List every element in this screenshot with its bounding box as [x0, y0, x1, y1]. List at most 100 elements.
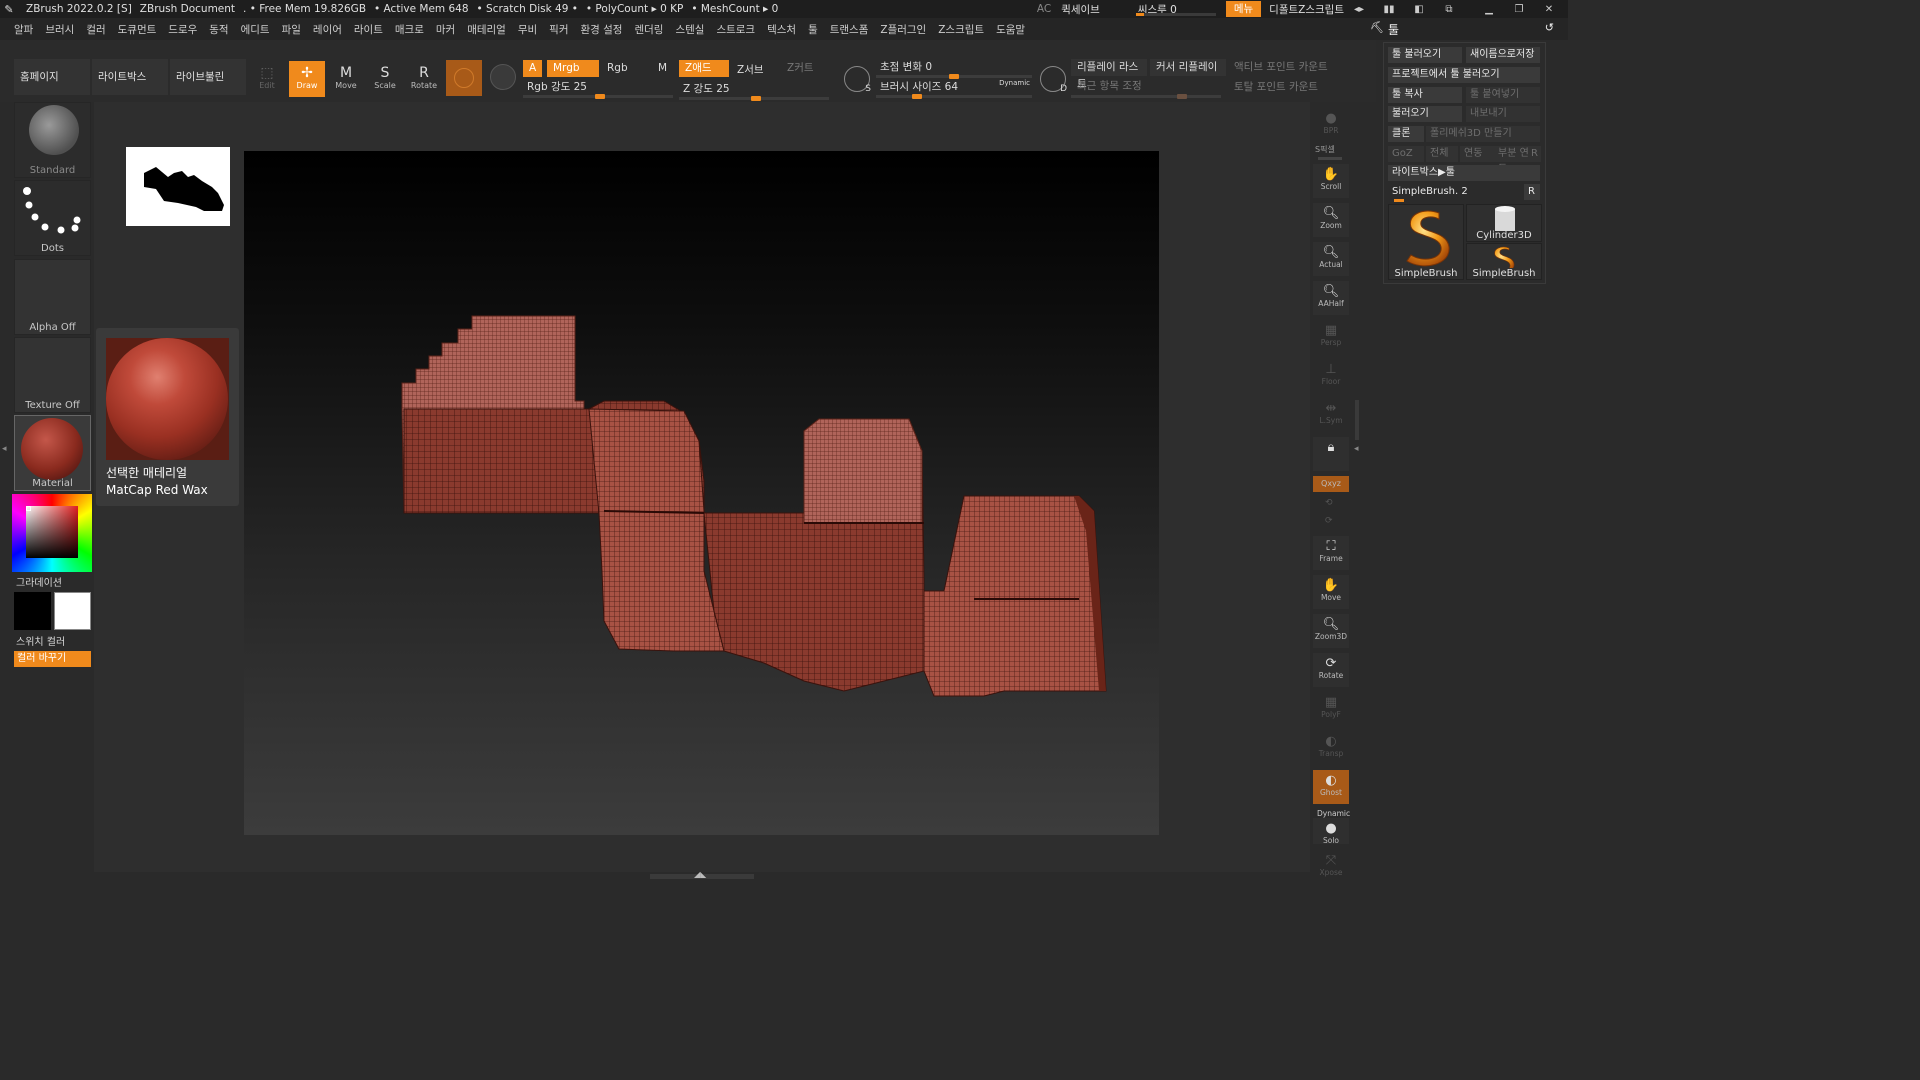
pin-icon[interactable]: ⛏: [1370, 21, 1384, 34]
move-mode-button[interactable]: M Move: [328, 61, 364, 97]
gizmo-icon-2[interactable]: ⟳: [1325, 516, 1333, 526]
export-button[interactable]: 내보내기: [1466, 106, 1540, 122]
menu-edit[interactable]: 에디트: [235, 22, 276, 37]
menu-movie[interactable]: 무비: [512, 22, 543, 37]
goz-all-button[interactable]: 전체: [1426, 146, 1458, 162]
texture-selector[interactable]: Texture Off: [14, 337, 91, 413]
current-tool-knob[interactable]: [1394, 199, 1404, 202]
reset-icon[interactable]: ↺: [1545, 21, 1554, 34]
simplebrush-thumb-small[interactable]: SimpleBrush: [1466, 243, 1542, 280]
scroll-button[interactable]: ✋ Scroll: [1313, 164, 1349, 198]
simplebrush-thumb-large[interactable]: SimpleBrush: [1388, 204, 1464, 280]
cursor-replay-button[interactable]: 커서 리플레이: [1150, 59, 1226, 76]
actual-button[interactable]: 🔍︎ Actual: [1313, 242, 1349, 276]
make-polymesh-button[interactable]: 폴리메쉬3D 만들기: [1426, 126, 1540, 142]
document-canvas[interactable]: [244, 151, 1159, 835]
color-picker[interactable]: [12, 494, 92, 572]
gyro-toggle-icon[interactable]: [490, 64, 516, 90]
menu-draw[interactable]: 드로우: [162, 22, 203, 37]
close-icon[interactable]: ✕: [1538, 4, 1560, 15]
collapse-right-arrow-icon[interactable]: ◂: [1354, 444, 1359, 454]
mrgb-toggle[interactable]: Mrgb: [547, 60, 599, 77]
menu-stroke[interactable]: 스트로크: [710, 22, 761, 37]
zoom3d-button[interactable]: 🔍︎ Zoom3D: [1313, 614, 1349, 648]
lsym-button[interactable]: ⇹ L.Sym: [1313, 398, 1349, 432]
solo-button[interactable]: ● Solo: [1313, 818, 1349, 845]
current-tool-r-button[interactable]: R: [1524, 184, 1540, 200]
menu-zplugin[interactable]: Z플러그인: [874, 22, 932, 37]
restore-icon[interactable]: ❐: [1508, 4, 1530, 15]
alpha-selector[interactable]: Alpha Off: [14, 259, 91, 335]
a-toggle[interactable]: A: [523, 60, 543, 77]
tool-palette-header[interactable]: ⛏ 툴 ↺: [1366, 18, 1568, 40]
menu-brush[interactable]: 브러시: [39, 22, 80, 37]
m-toggle[interactable]: M: [652, 60, 673, 77]
load-tool-button[interactable]: 툴 불러오기: [1388, 47, 1462, 63]
cylinder3d-thumb[interactable]: Cylinder3D: [1466, 204, 1542, 242]
default-zscript-button[interactable]: 디폴트Z스크립트: [1269, 2, 1344, 17]
spix-label[interactable]: S픽셀: [1315, 144, 1335, 155]
menu-alpha[interactable]: 알파: [0, 22, 39, 37]
rgb-intensity-slider[interactable]: Rgb 강도 25: [523, 78, 673, 100]
draw-mode-button[interactable]: ✢ Draw: [289, 61, 325, 97]
menu-marker[interactable]: 마커: [430, 22, 461, 37]
minimize-icon[interactable]: ▁: [1478, 4, 1500, 15]
spix-slider[interactable]: [1318, 157, 1342, 160]
menu-document[interactable]: 도큐먼트: [112, 22, 163, 37]
goz-button[interactable]: GoZ: [1388, 146, 1424, 162]
menu-macro[interactable]: 매크로: [389, 22, 430, 37]
aahalf-button[interactable]: 🔍︎ AAHalf: [1313, 281, 1349, 315]
recent-adjust-slider[interactable]: 최근 항목 조정: [1071, 78, 1221, 100]
menu-stencil[interactable]: 스텐실: [669, 22, 710, 37]
dynamic-label[interactable]: Dynamic: [999, 79, 1030, 87]
rgb-intensity-knob[interactable]: [595, 94, 605, 99]
goz-partial-button[interactable]: 부분 연동: [1494, 146, 1530, 175]
ac-label[interactable]: AC: [1037, 3, 1051, 15]
move-view-button[interactable]: ✋ Move: [1313, 575, 1349, 609]
menu-preferences[interactable]: 환경 설정: [574, 22, 628, 37]
material-selector[interactable]: Material: [14, 415, 91, 491]
menu-texture[interactable]: 텍스처: [761, 22, 802, 37]
current-tool-slider[interactable]: SimpleBrush. 2: [1388, 184, 1520, 202]
goz-r-button[interactable]: R: [1529, 146, 1541, 162]
layout-panels-icon[interactable]: ◧: [1408, 4, 1430, 15]
menu-layer[interactable]: 레이어: [307, 22, 348, 37]
menu-file[interactable]: 파일: [276, 22, 307, 37]
bpr-render-button[interactable]: ● BPR: [1313, 108, 1349, 142]
clone-button[interactable]: 클론: [1388, 126, 1424, 142]
3d-model-render[interactable]: [244, 151, 1159, 835]
focal-shift-slider[interactable]: 초점 변화 0: [876, 58, 1032, 80]
gradient-label[interactable]: 그라데이션: [16, 574, 62, 589]
replay-last-button[interactable]: 리플레이 라스트: [1071, 59, 1147, 90]
save-as-button[interactable]: 새이름으로저장: [1466, 47, 1540, 63]
collapse-left-arrow-icon[interactable]: ◂: [2, 444, 7, 454]
layout-windows-icon[interactable]: ⧉: [1438, 4, 1460, 15]
secondary-color-swatch[interactable]: [54, 592, 91, 630]
quicksave-button[interactable]: 퀵세이브: [1061, 2, 1100, 17]
rotate-view-button[interactable]: ⟳ Rotate: [1313, 653, 1349, 687]
dynamic-d-icon[interactable]: D: [1040, 66, 1067, 94]
see-through-knob[interactable]: [1135, 13, 1144, 16]
livebool-button[interactable]: 라이브불린: [170, 59, 246, 95]
zsub-toggle[interactable]: Z서브: [731, 62, 770, 79]
copy-tool-button[interactable]: 툴 복사: [1388, 87, 1462, 103]
menu-toggle-button[interactable]: 메뉴: [1225, 1, 1262, 17]
transp-button[interactable]: ◐ Transp: [1313, 731, 1349, 765]
home-page-button[interactable]: 홈페이지: [14, 59, 90, 95]
menu-material[interactable]: 매테리얼: [461, 22, 512, 37]
switch-color-button[interactable]: 스위치 컬러: [16, 633, 65, 648]
recent-adjust-knob[interactable]: [1177, 94, 1187, 99]
color-change-button[interactable]: 컬러 바꾸기: [14, 651, 91, 667]
saturation-square[interactable]: [26, 506, 78, 558]
lock-button[interactable]: 🔒︎: [1313, 437, 1349, 471]
stroke-selector[interactable]: Dots: [14, 180, 91, 256]
menu-light[interactable]: 라이트: [348, 22, 389, 37]
floor-button[interactable]: ⊥ Floor: [1313, 359, 1349, 393]
see-through-slider[interactable]: 씨스루 0: [1135, 2, 1216, 16]
symmetry-s-icon[interactable]: S: [844, 66, 871, 94]
frame-button[interactable]: ⛶ Frame: [1313, 536, 1349, 570]
xpose-button[interactable]: ⤧ Xpose: [1313, 850, 1349, 880]
qxyz-button[interactable]: Qxyz: [1313, 476, 1349, 492]
brush-selector[interactable]: Standard: [14, 102, 91, 178]
main-color-swatch[interactable]: [14, 592, 51, 630]
